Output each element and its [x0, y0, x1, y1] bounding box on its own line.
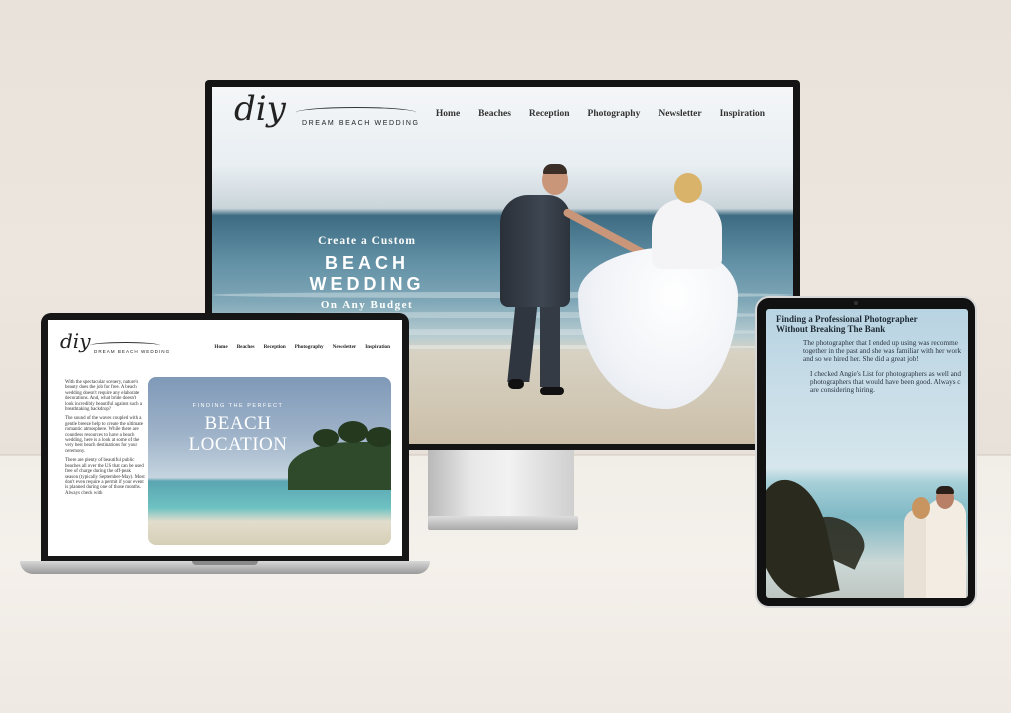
tablet-article-title: Finding a Professional Photographer With…	[776, 314, 961, 334]
body-line: photographers that would have been good.…	[810, 377, 961, 386]
title-line-2: Without Breaking The Bank	[776, 323, 886, 334]
groom-figure	[500, 195, 570, 307]
body-line: are considering hiring.	[810, 386, 875, 395]
laptop-notch	[192, 561, 258, 565]
laptop-screen: diy DREAM BEACH WEDDING Home Beaches Rec…	[48, 320, 402, 556]
laptop-nav-home[interactable]: Home	[214, 344, 227, 350]
hero-big-line-2: WEDDING	[309, 274, 425, 294]
tablet: Finding a Professional Photographer With…	[755, 296, 977, 608]
body-line: together in the past and she was familia…	[803, 347, 962, 356]
nav-newsletter[interactable]: Newsletter	[658, 109, 701, 119]
caption-line-1: BEACH	[204, 413, 272, 434]
beach-location-image: FINDING THE PERFECT BEACH LOCATION	[148, 377, 391, 545]
laptop-nav-inspiration[interactable]: Inspiration	[365, 344, 390, 350]
hero-big-line-1: BEACH	[324, 253, 409, 273]
hero-heading: Create a Custom BEACH WEDDING On Any Bud…	[307, 235, 427, 311]
site-logo[interactable]: diy DREAM BEACH WEDDING	[234, 89, 418, 129]
article-paragraph: With the spectacular scenery, nature's b…	[65, 380, 143, 413]
camera-icon	[854, 301, 858, 305]
logo-subtitle: DREAM BEACH WEDDING	[302, 120, 420, 127]
laptop-logo-script: diy	[60, 329, 91, 353]
body-line: and so we hired her. She did a great job…	[803, 355, 919, 364]
monitor-base	[428, 516, 578, 530]
body-line: I checked Angie's List for photographers…	[810, 369, 961, 378]
caption-line-2: LOCATION	[188, 434, 288, 455]
nav-inspiration[interactable]: Inspiration	[720, 109, 765, 119]
laptop: diy DREAM BEACH WEDDING Home Beaches Rec…	[41, 313, 409, 563]
tablet-screen: Finding a Professional Photographer With…	[766, 309, 968, 598]
nav-reception[interactable]: Reception	[529, 109, 570, 119]
laptop-logo-subtitle: DREAM BEACH WEDDING	[94, 349, 171, 354]
laptop-nav-newsletter[interactable]: Newsletter	[333, 344, 357, 350]
couple-photo-man	[926, 499, 966, 598]
body-line: The photographer that I ended up using w…	[803, 339, 958, 347]
tablet-article-body: The photographer that I ended up using w…	[803, 339, 968, 400]
article-paragraph: The sound of the waves coupled with a ge…	[65, 416, 143, 454]
nav-home[interactable]: Home	[436, 109, 460, 119]
beach-location-caption: FINDING THE PERFECT BEACH LOCATION	[168, 403, 308, 455]
laptop-nav-reception[interactable]: Reception	[264, 344, 286, 350]
monitor-stand	[428, 450, 574, 520]
laptop-nav-beaches[interactable]: Beaches	[237, 344, 255, 350]
laptop-nav: Home Beaches Reception Photography Newsl…	[214, 344, 390, 350]
logo-script: diy	[234, 89, 286, 129]
bride-figure	[578, 247, 738, 409]
article-paragraph: There are plenty of beautiful public bea…	[65, 458, 145, 496]
monitor-nav: Home Beaches Reception Photography Newsl…	[436, 109, 765, 119]
caption-small: FINDING THE PERFECT	[192, 403, 284, 409]
laptop-nav-photography[interactable]: Photography	[295, 344, 324, 350]
nav-beaches[interactable]: Beaches	[478, 109, 511, 119]
hero-tagline: On Any Budget	[320, 299, 414, 311]
laptop-site-logo[interactable]: diy DREAM BEACH WEDDING	[60, 329, 169, 354]
laptop-article-text: With the spectacular scenery, nature's b…	[65, 380, 145, 500]
hero-small-text: Create a Custom	[318, 235, 416, 247]
nav-photography[interactable]: Photography	[588, 109, 641, 119]
